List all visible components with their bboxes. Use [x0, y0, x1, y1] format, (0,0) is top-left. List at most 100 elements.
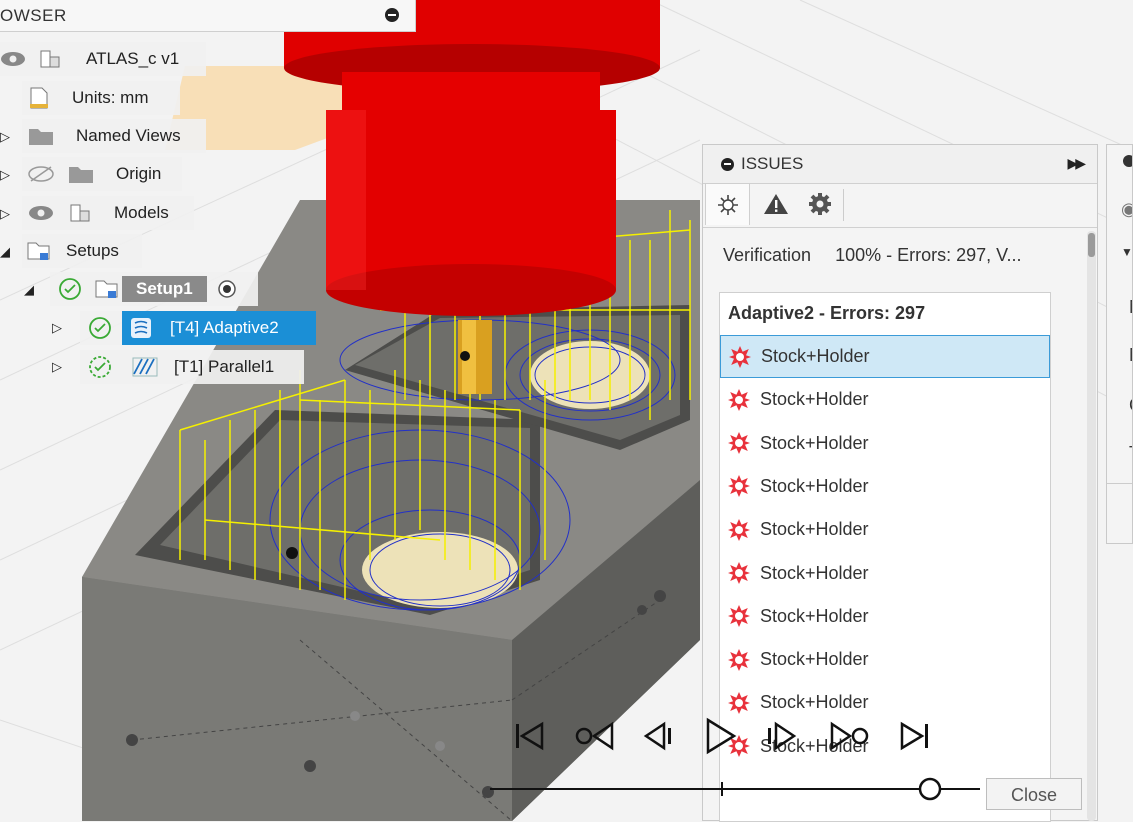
previous-operation-icon[interactable]: [574, 716, 616, 756]
tree-node-origin[interactable]: Origin: [22, 157, 182, 191]
collapse-panel-icon[interactable]: [721, 158, 734, 171]
visibility-eye-icon[interactable]: ◉: [1121, 199, 1132, 220]
tree-node-root[interactable]: ATLAS_c v1: [0, 42, 206, 76]
tab-warnings[interactable]: [753, 183, 798, 225]
issue-row[interactable]: Stock+Holder: [720, 422, 1050, 465]
tree-node-label: Origin: [116, 164, 162, 183]
issue-label: Stock+Holder: [760, 649, 869, 670]
tree-node-label: Models: [114, 203, 169, 222]
tree-node-label: ATLAS_c v1: [86, 49, 180, 68]
issue-row[interactable]: Stock+Holder: [720, 465, 1050, 508]
issue-row[interactable]: Stock+Holder: [720, 508, 1050, 551]
issue-row[interactable]: Stock+Holder: [720, 378, 1050, 421]
timeline-slider[interactable]: [490, 774, 980, 804]
tree-node-adaptive2[interactable]: [T4] Adaptive2: [80, 311, 316, 345]
collapse-panel-icon[interactable]: [385, 8, 399, 22]
tree-node-label: [T1] Parallel1: [174, 357, 275, 376]
expand-panel-icon[interactable]: ▶▶: [1067, 155, 1085, 172]
component-icon: [40, 50, 60, 68]
error-burst-icon: [728, 562, 750, 584]
close-button[interactable]: Close: [986, 778, 1082, 810]
component-icon: [70, 204, 90, 222]
go-to-start-icon[interactable]: [512, 716, 548, 756]
active-setup-radio-icon[interactable]: [217, 279, 237, 299]
tree-node-models[interactable]: Models: [22, 196, 194, 230]
verification-status: Verification 100% - Errors: 297, V...: [723, 245, 1022, 266]
issue-label: Stock+Holder: [760, 475, 869, 496]
verification-label: Verification: [723, 245, 812, 265]
collapse-arrow-icon[interactable]: ◢: [0, 244, 10, 260]
panel-row-label: C: [1129, 395, 1132, 416]
expand-arrow-icon[interactable]: ▷: [52, 359, 62, 375]
tab-settings[interactable]: [797, 183, 842, 225]
tool-holder: [284, 0, 660, 316]
tree-node-named-views[interactable]: Named Views: [22, 119, 206, 153]
go-to-end-icon[interactable]: [896, 716, 932, 756]
selected-operation[interactable]: [T4] Adaptive2: [122, 311, 316, 345]
expand-arrow-icon[interactable]: ▷: [0, 167, 10, 183]
error-burst-icon: [728, 388, 750, 411]
verification-value: 100% - Errors: 297, V...: [835, 245, 1022, 265]
issues-list-header: Adaptive2 - Errors: 297: [728, 303, 926, 323]
issue-label: Stock+Holder: [760, 519, 869, 540]
side-panel-clipped: ◉ ▼ M M C T: [1106, 144, 1133, 544]
folder-icon: [29, 129, 53, 145]
error-burst-icon: [728, 518, 750, 541]
tree-node-label: Setups: [66, 241, 119, 260]
scrollbar[interactable]: [1087, 231, 1096, 821]
expand-arrow-icon[interactable]: ▷: [52, 320, 62, 336]
tree-node-label: Named Views: [76, 126, 181, 145]
visibility-eye-icon[interactable]: [0, 51, 26, 67]
hidden-eye-icon[interactable]: [28, 166, 54, 182]
issue-label: Stock+Holder: [761, 346, 870, 366]
tree-node-label: Units: mm: [72, 88, 149, 107]
tree-node-label: [T4] Adaptive2: [170, 318, 279, 337]
document-settings-icon: [30, 87, 48, 109]
step-back-icon[interactable]: [642, 716, 678, 756]
setups-folder-icon: [27, 242, 50, 260]
expand-arrow-icon[interactable]: ▷: [0, 206, 10, 222]
tree-node-setup1[interactable]: Setup1: [50, 272, 258, 306]
browser-title: OWSER: [0, 6, 67, 25]
issue-label: Stock+Holder: [760, 562, 869, 583]
issue-row[interactable]: Stock+Holder: [720, 638, 1050, 681]
check-circle-icon: [89, 317, 111, 339]
timeline-slider-handle[interactable]: [918, 777, 942, 801]
error-burst-icon: [728, 432, 750, 455]
issue-row[interactable]: Stock+Holder: [720, 552, 1050, 595]
visibility-eye-icon[interactable]: [28, 205, 54, 221]
tree-node-units[interactable]: Units: mm: [22, 81, 180, 115]
parallel-finishing-icon: [132, 357, 158, 377]
panel-row-label: T: [1129, 443, 1132, 464]
collapse-panel-icon[interactable]: [1123, 155, 1132, 167]
issue-label: Stock+Holder: [760, 692, 869, 713]
tab-divider: [843, 189, 844, 221]
expand-arrow-icon[interactable]: ▼: [1121, 245, 1132, 259]
issues-panel-header: ISSUES ▶▶: [703, 145, 1097, 184]
error-burst-icon: [728, 691, 750, 714]
issues-tabs: [703, 183, 1097, 228]
check-circle-icon: [59, 278, 81, 300]
tree-node-parallel1[interactable]: [T1] Parallel1: [80, 350, 304, 384]
collapse-arrow-icon[interactable]: ◢: [24, 282, 34, 298]
issue-label: Stock+Holder: [760, 432, 869, 453]
expand-arrow-icon[interactable]: ▷: [0, 129, 10, 145]
panel-row-label: M: [1129, 297, 1132, 318]
scrollbar-thumb[interactable]: [1088, 233, 1095, 257]
next-operation-icon[interactable]: [828, 716, 870, 756]
error-burst-icon: [717, 194, 738, 215]
issue-label: Stock+Holder: [760, 605, 869, 626]
browser-panel-header: OWSER: [0, 0, 416, 32]
setup-icon: [95, 280, 118, 298]
step-forward-icon[interactable]: [762, 716, 798, 756]
issue-row[interactable]: Stock+Holder: [720, 335, 1050, 378]
issue-label: Stock+Holder: [760, 389, 869, 410]
play-icon[interactable]: [702, 716, 738, 756]
panel-row-label: M: [1129, 345, 1132, 366]
error-burst-icon: [728, 475, 750, 498]
adaptive-clearing-icon: [131, 318, 151, 338]
tab-errors[interactable]: [705, 183, 750, 225]
tree-node-setups[interactable]: Setups: [22, 234, 142, 268]
gear-icon: [808, 193, 831, 215]
issue-row[interactable]: Stock+Holder: [720, 595, 1050, 638]
